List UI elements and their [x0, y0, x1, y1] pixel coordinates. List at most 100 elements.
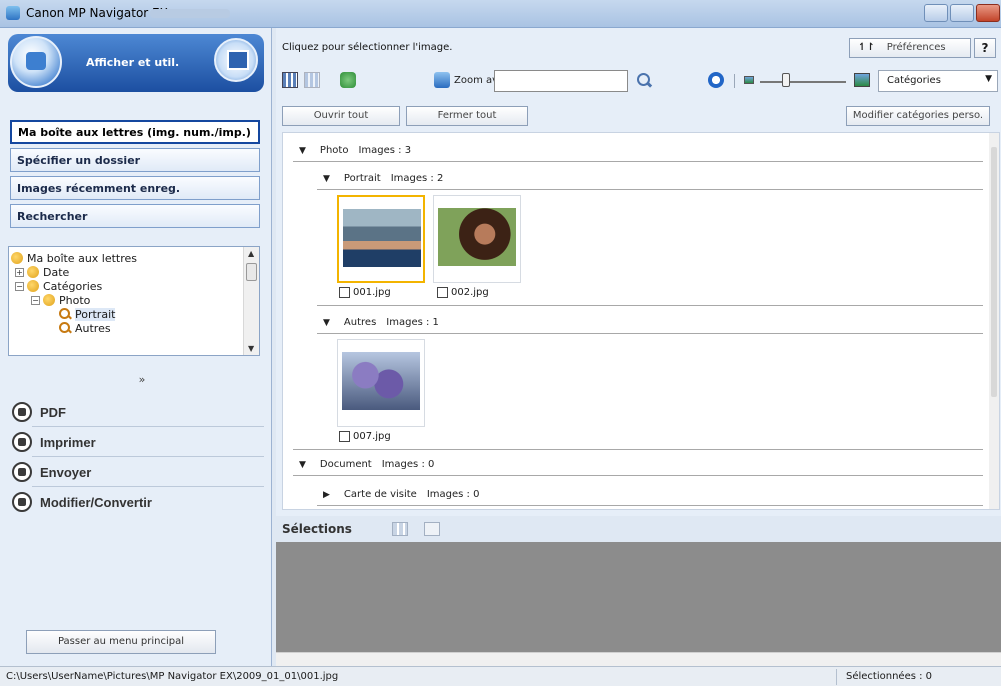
scroll-down-icon[interactable]: ▼ [248, 344, 254, 353]
close-all-button[interactable]: Fermer tout [406, 106, 528, 126]
pdf-icon [12, 402, 32, 422]
scroll-thumb[interactable] [246, 263, 257, 281]
group-name: Photo [319, 145, 349, 156]
action-print[interactable]: Imprimer [10, 428, 262, 456]
photo-image [342, 352, 420, 410]
image-thumbnail[interactable] [337, 339, 425, 427]
expanded-triangle-icon[interactable]: ▼ [299, 146, 306, 156]
divider [32, 486, 264, 487]
modify-categories-button[interactable]: Modifier catégories perso. [846, 106, 990, 126]
tree-item-categories[interactable]: − Catégories [15, 279, 102, 293]
view-use-banner: Afficher et util. [8, 34, 264, 92]
group-document[interactable]: ▼ Document Images : 0 [299, 459, 434, 470]
thumbnail-size-slider[interactable] [760, 81, 846, 83]
open-all-button[interactable]: Ouvrir tout [282, 106, 400, 126]
category-select[interactable]: Catégories ▼ [878, 70, 998, 92]
tree-scrollbar[interactable]: ▲ ▼ [243, 247, 259, 355]
scroll-up-icon[interactable]: ▲ [248, 249, 254, 258]
image-checkbox-row[interactable]: 007.jpg [339, 431, 391, 442]
divider [32, 456, 264, 457]
deselect-all-icon[interactable] [424, 522, 440, 536]
help-button[interactable]: ? [974, 38, 996, 58]
expanded-triangle-icon[interactable]: ▼ [299, 460, 306, 470]
nav-recent-images[interactable]: Images récemment enreg. [10, 176, 260, 200]
tree-item-autres[interactable]: Autres [59, 321, 111, 335]
selection-tray[interactable] [276, 542, 1001, 652]
image-checkbox-row[interactable]: 001.jpg [339, 287, 391, 298]
divider [317, 189, 983, 190]
divider [293, 161, 983, 162]
group-count: Images : 3 [358, 145, 412, 156]
group-portrait[interactable]: ▼ Portrait Images : 2 [323, 173, 443, 184]
collapsed-triangle-icon[interactable]: ▶ [323, 490, 330, 500]
divider [32, 426, 264, 427]
group-business-card[interactable]: ▶ Carte de visite Images : 0 [323, 489, 479, 500]
refresh-icon[interactable] [708, 72, 724, 88]
image-checkbox-row[interactable]: 002.jpg [437, 287, 489, 298]
checkbox[interactable] [437, 287, 448, 298]
action-edit-convert[interactable]: Modifier/Convertir [10, 488, 262, 516]
close-button[interactable] [976, 4, 1000, 22]
preferences-button[interactable]: ↿↾ Préférences [849, 38, 971, 58]
expanded-triangle-icon[interactable]: ▼ [323, 318, 330, 328]
select-all-icon[interactable] [392, 522, 408, 536]
action-label: Imprimer [40, 434, 96, 450]
checkbox[interactable] [339, 287, 350, 298]
action-send[interactable]: Envoyer [10, 458, 262, 486]
banner-label: Afficher et util. [86, 56, 180, 69]
scroll-thumb[interactable] [991, 147, 997, 397]
image-thumbnail[interactable] [337, 195, 425, 283]
tree-label: Portrait [75, 307, 116, 321]
group-count: Images : 0 [381, 459, 435, 470]
selections-label: Sélections [282, 522, 352, 536]
group-autres[interactable]: ▼ Autres Images : 1 [323, 317, 439, 328]
expand-chevron-icon[interactable]: » [22, 373, 262, 387]
expand-icon[interactable]: + [15, 267, 24, 277]
tree-item-mybox[interactable]: Ma boîte aux lettres [11, 251, 137, 265]
slider-handle[interactable] [782, 73, 790, 87]
tree-item-portrait[interactable]: Portrait [59, 307, 116, 321]
tree-label: Catégories [43, 279, 103, 293]
category-search-icon [59, 308, 72, 320]
edit-icon [12, 492, 32, 512]
action-pdf[interactable]: PDF [10, 398, 262, 426]
tree-item-date[interactable]: + Date [15, 265, 69, 279]
image-filename: 001.jpg [353, 287, 391, 298]
tray-scrollbar[interactable] [276, 652, 1001, 666]
expanded-triangle-icon[interactable]: ▼ [323, 174, 330, 184]
select-all-icon[interactable] [282, 72, 298, 88]
toolbar-separator [734, 74, 735, 88]
file-path: C:\Users\UserName\Pictures\MP Navigator … [6, 671, 339, 682]
deselect-all-icon[interactable] [304, 72, 320, 88]
tree-label: Date [43, 265, 70, 279]
checkbox[interactable] [339, 431, 350, 442]
list-scrollbar[interactable] [989, 133, 999, 509]
tree-label: Autres [75, 321, 111, 335]
collapse-icon[interactable]: − [31, 295, 40, 305]
action-label: Modifier/Convertir [40, 494, 152, 510]
maximize-button[interactable] [950, 4, 974, 22]
divider [317, 305, 983, 306]
zoom-in-icon[interactable] [434, 72, 450, 88]
collapse-icon[interactable]: − [15, 281, 24, 291]
classify-icon[interactable] [340, 72, 356, 88]
image-thumbnail[interactable] [433, 195, 521, 283]
preferences-label: Préférences [886, 42, 946, 53]
tree-item-photo[interactable]: − Photo [31, 293, 90, 307]
group-count: Images : 0 [426, 489, 480, 500]
app-icon [6, 6, 20, 20]
main-menu-button[interactable]: Passer au menu principal [26, 630, 216, 654]
category-search-icon [59, 322, 72, 334]
divider [836, 669, 837, 685]
preferences-icon: ↿↾ [858, 42, 875, 53]
photo-image [343, 209, 421, 267]
search-input[interactable] [494, 70, 628, 92]
group-photo[interactable]: ▼ Photo Images : 3 [299, 145, 411, 156]
image-list: ▼ Photo Images : 3 ▼ Portrait Images : 2… [282, 132, 1000, 510]
folder-icon [11, 252, 23, 264]
minimize-button[interactable] [924, 4, 948, 22]
search-icon[interactable] [636, 72, 652, 88]
nav-specify-folder[interactable]: Spécifier un dossier [10, 148, 260, 172]
nav-my-box[interactable]: Ma boîte aux lettres (img. num./imp.) [10, 120, 260, 144]
nav-search[interactable]: Rechercher [10, 204, 260, 228]
